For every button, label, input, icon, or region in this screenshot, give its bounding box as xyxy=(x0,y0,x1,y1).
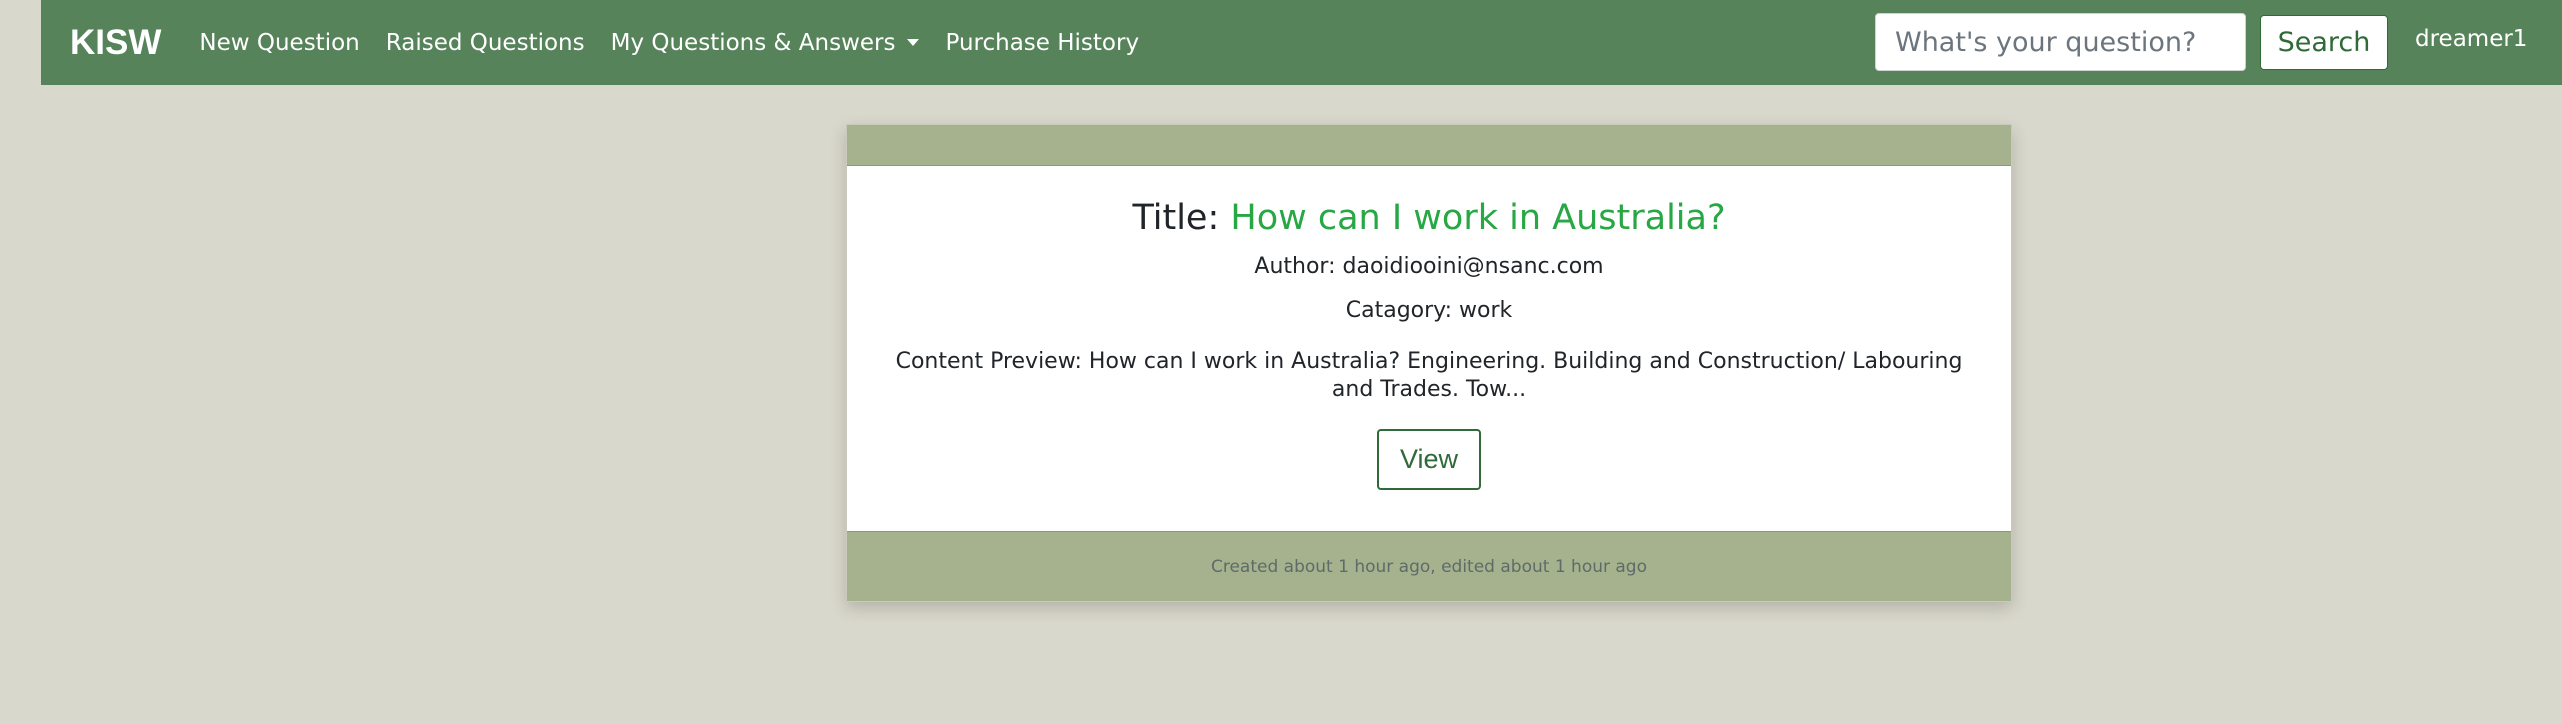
card-body: Title: How can I work in Australia? Auth… xyxy=(847,198,2011,490)
question-category: Catagory: work xyxy=(1345,298,1513,323)
nav-my-questions-answers-dropdown[interactable]: My Questions & Answers xyxy=(611,30,920,56)
question-author: Author: daoidiooini@nsanc.com xyxy=(1254,254,1604,279)
title-label: Title: xyxy=(1132,198,1231,238)
search-button[interactable]: Search xyxy=(2260,15,2388,70)
nav-new-question[interactable]: New Question xyxy=(199,30,359,56)
view-button[interactable]: View xyxy=(1377,429,1481,490)
question-title: Title: How can I work in Australia? xyxy=(847,198,2011,238)
question-search-input[interactable] xyxy=(1875,13,2246,71)
nav-purchase-history[interactable]: Purchase History xyxy=(945,30,1139,56)
caret-down-icon xyxy=(907,39,920,46)
content-preview: Content Preview: How can I work in Austr… xyxy=(895,349,1963,402)
nav-my-questions-answers-label: My Questions & Answers xyxy=(610,29,896,56)
card-header xyxy=(847,125,2011,166)
user-menu[interactable]: dreamer1 xyxy=(2415,26,2527,52)
card-footer-timestamps: Created about 1 hour ago, edited about 1… xyxy=(847,531,2011,601)
nav-raised-questions[interactable]: Raised Questions xyxy=(386,30,585,56)
brand-logo[interactable]: KISW xyxy=(70,23,161,63)
title-value: How can I work in Australia? xyxy=(1230,198,1726,238)
nav-links: New Question Raised Questions My Questio… xyxy=(199,30,1165,56)
question-card: Title: How can I work in Australia? Auth… xyxy=(846,124,2012,602)
